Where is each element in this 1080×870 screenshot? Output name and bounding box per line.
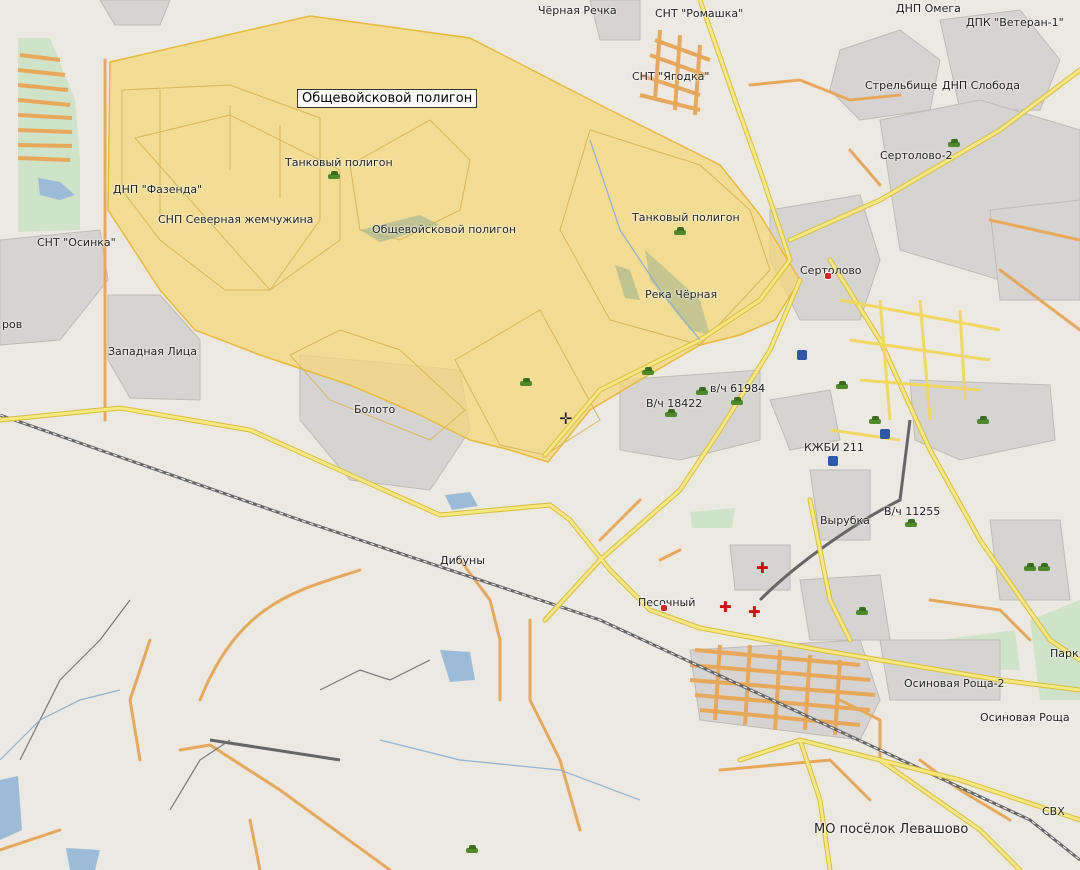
- label-dpk-veteran: ДПК "Ветеран-1": [966, 16, 1064, 29]
- hover-tooltip: Общевойсковой полигон: [297, 89, 478, 108]
- settlement-dot[interactable]: [824, 272, 832, 280]
- tank-icon[interactable]: [904, 519, 918, 527]
- label-rov: ров: [2, 318, 23, 331]
- label-chernaya-rechka: Чёрная Речка: [538, 4, 617, 17]
- label-zapadnaya-litsa: Западная Лица: [108, 345, 198, 358]
- label-snt-osinka: СНТ "Осинка": [37, 236, 116, 249]
- label-reka-chernaya: Река Чёрная: [645, 288, 718, 301]
- helicopter-icon[interactable]: [797, 350, 807, 360]
- label-vch-11255: В/ч 11255: [884, 505, 941, 518]
- label-osinovaya-roshcha: Осиновая Роща: [980, 711, 1070, 724]
- tank-icon[interactable]: [976, 416, 990, 424]
- boundaries: [19, 599, 431, 811]
- tank-icon[interactable]: [673, 227, 687, 235]
- label-obshch-polygon: Общевойсковой полигон: [372, 223, 517, 236]
- railways: [0, 413, 1080, 862]
- label-sertolovo-2: Сертолово-2: [880, 149, 953, 162]
- map-canvas[interactable]: Чёрная Речка СНТ "Ромашка" ДНП Омега ДПК…: [0, 0, 1080, 870]
- shop-icon[interactable]: [880, 429, 890, 439]
- label-dibuny: Дибуны: [440, 554, 485, 567]
- tank-icon[interactable]: [730, 397, 744, 405]
- hospital-icon[interactable]: ✚: [756, 561, 769, 576]
- label-levashovo: МО посёлок Левашово: [814, 822, 969, 837]
- tank-icon[interactable]: [519, 378, 533, 386]
- label-vch-61984: в/ч 61984: [710, 382, 766, 395]
- label-osinovaya-roshcha-2: Осиновая Роща-2: [904, 677, 1005, 690]
- tank-icon[interactable]: [695, 387, 709, 395]
- tank-icon[interactable]: [835, 381, 849, 389]
- label-park: Парк: [1050, 647, 1079, 660]
- label-tank-polygon-east: Танковый полигон: [632, 211, 740, 224]
- tank-icon[interactable]: [327, 171, 341, 179]
- tank-icon[interactable]: [947, 139, 961, 147]
- label-snt-yagodka: СНТ "Ягодка": [632, 70, 710, 83]
- tank-icon[interactable]: [664, 409, 678, 417]
- map-layer: [0, 0, 1080, 870]
- tank-icon[interactable]: [641, 367, 655, 375]
- tank-icon[interactable]: [868, 416, 882, 424]
- hospital-icon[interactable]: ✚: [719, 600, 732, 615]
- label-svkh: СВХ: [1042, 805, 1065, 818]
- label-snp-zhemchuzhina: СНП Северная жемчужина: [158, 213, 314, 226]
- label-dnp-sloboda: ДНП Слобода: [942, 79, 1020, 92]
- label-boloto: Болото: [354, 403, 396, 416]
- tank-icon[interactable]: [465, 845, 479, 853]
- label-vyrubka: Вырубка: [820, 514, 870, 527]
- label-strelbishche: Стрельбище: [865, 79, 938, 92]
- tank-icon[interactable]: [1023, 563, 1037, 571]
- label-dnp-fazenda: ДНП "Фазенда": [113, 183, 203, 196]
- label-tank-polygon-west: Танковый полигон: [285, 156, 393, 169]
- tank-icon[interactable]: [855, 607, 869, 615]
- settlement-dot[interactable]: [660, 604, 668, 612]
- helicopter-icon[interactable]: [828, 456, 838, 466]
- label-snt-romashka: СНТ "Ромашка": [655, 7, 744, 20]
- label-kzhbi: КЖБИ 211: [804, 441, 864, 454]
- label-dnp-omega: ДНП Омега: [896, 2, 961, 15]
- hospital-icon[interactable]: ✚: [748, 605, 761, 620]
- crosshair-cursor-icon: ✛: [559, 409, 573, 428]
- tank-icon[interactable]: [1037, 563, 1051, 571]
